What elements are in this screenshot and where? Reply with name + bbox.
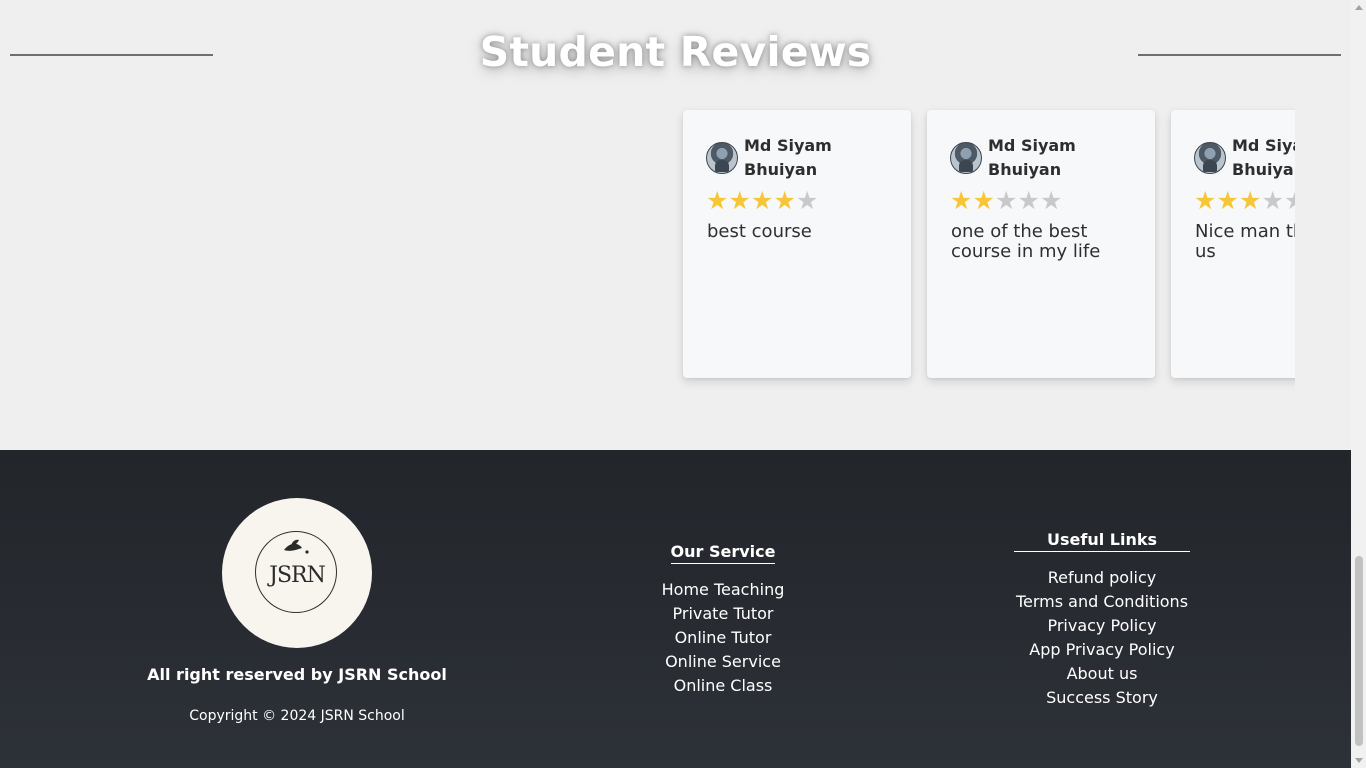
list-item: About us	[978, 662, 1226, 686]
service-list: Home Teaching Private Tutor Online Tutor…	[600, 578, 846, 698]
review-text: Nice man that help us	[1195, 221, 1295, 262]
list-item: Terms and Conditions	[978, 590, 1226, 614]
star-filled-icon: ★	[728, 186, 751, 215]
star-filled-icon: ★	[972, 186, 995, 215]
copyright-text: Copyright © 2024 JSRN School	[189, 708, 405, 724]
review-card: Md Siyam Bhuiyan ★★★★★ Nice man that hel…	[1171, 110, 1295, 378]
review-card: Md Siyam Bhuiyan ★ ★ ★ ★ ★ best course	[683, 110, 911, 378]
star-filled-icon: ★	[1194, 186, 1217, 215]
list-item: Refund policy	[978, 566, 1226, 590]
useful-link[interactable]: Privacy Policy	[1047, 616, 1156, 635]
student-reviews-section: Student Reviews Md Siyam Bhuiyan ★ ★ ★ ★ ★ b…	[0, 0, 1351, 450]
reviews-carousel[interactable]: Md Siyam Bhuiyan ★ ★ ★ ★ ★ best course Md Si…	[675, 102, 1295, 402]
vertical-scrollbar[interactable]	[1351, 0, 1366, 768]
list-item: Online Class	[600, 674, 846, 698]
useful-link[interactable]: App Privacy Policy	[1029, 640, 1174, 659]
service-link[interactable]: Private Tutor	[673, 604, 774, 623]
list-item: Private Tutor	[600, 602, 846, 626]
scroll-thumb[interactable]	[1355, 556, 1363, 746]
useful-links-title: Useful Links	[1013, 530, 1190, 552]
star-empty-icon: ★	[1040, 186, 1063, 215]
leaf-icon	[284, 539, 309, 554]
useful-link[interactable]: Refund policy	[1048, 568, 1157, 587]
our-service-column: Our Service Home Teaching Private Tutor …	[600, 542, 846, 698]
useful-links-list: Refund policy Terms and Conditions Priva…	[978, 566, 1226, 710]
scroll-up-arrow-icon[interactable]	[1355, 5, 1363, 10]
list-item: Online Service	[600, 650, 846, 674]
star-empty-icon: ★	[995, 186, 1018, 215]
useful-link[interactable]: Success Story	[1046, 688, 1158, 707]
review-card: Md Siyam Bhuiyan ★ ★ ★ ★ ★ one of the best c…	[927, 110, 1155, 378]
star-filled-icon: ★	[1216, 186, 1239, 215]
star-filled-icon: ★	[1239, 186, 1262, 215]
star-empty-icon: ★	[796, 186, 819, 215]
useful-links-column: Useful Links Refund policy Terms and Con…	[978, 530, 1226, 710]
scroll-down-arrow-icon[interactable]	[1355, 758, 1363, 763]
service-link[interactable]: Online Service	[665, 652, 781, 671]
reviewer-name: Md Siyam Bhuiyan	[988, 136, 1076, 179]
star-filled-icon: ★	[706, 186, 729, 215]
rights-text: All right reserved by JSRN School	[147, 665, 447, 684]
list-item: Success Story	[978, 686, 1226, 710]
service-link[interactable]: Home Teaching	[662, 580, 785, 599]
star-filled-icon: ★	[773, 186, 796, 215]
title-divider-right	[1138, 54, 1341, 56]
star-rating: ★★★★★	[1194, 188, 1295, 214]
list-item: Online Tutor	[600, 626, 846, 650]
star-empty-icon: ★	[1017, 186, 1040, 215]
review-text: best course	[707, 221, 812, 242]
avatar	[706, 142, 738, 174]
school-logo: JSRN	[222, 498, 372, 648]
reviewer-name: Md Siyam Bhuiyan	[744, 136, 832, 179]
page: Student Reviews Md Siyam Bhuiyan ★ ★ ★ ★ ★ b…	[0, 0, 1351, 768]
useful-link[interactable]: Terms and Conditions	[1016, 592, 1188, 611]
reviewer-name: Md Siyam Bhuiyan	[1232, 136, 1295, 179]
star-filled-icon: ★	[950, 186, 973, 215]
list-item: Home Teaching	[600, 578, 846, 602]
section-title: Student Reviews	[479, 28, 872, 76]
logo-text: JSRN	[269, 563, 326, 588]
list-item: Privacy Policy	[978, 614, 1226, 638]
star-empty-icon: ★	[1284, 188, 1295, 214]
service-link[interactable]: Online Class	[674, 676, 773, 695]
service-link[interactable]: Online Tutor	[675, 628, 772, 647]
our-service-title: Our Service	[670, 542, 776, 564]
avatar	[950, 142, 982, 174]
star-rating: ★★★★★	[950, 188, 1063, 214]
star-empty-icon: ★	[1261, 186, 1284, 215]
site-footer: JSRN All right reserved by JSRN School C…	[0, 450, 1351, 768]
useful-link[interactable]: About us	[1067, 664, 1138, 683]
star-rating: ★★★★★	[706, 188, 819, 214]
star-filled-icon: ★	[751, 186, 774, 215]
review-text: one of the best course in my life	[951, 221, 1101, 262]
list-item: App Privacy Policy	[978, 638, 1226, 662]
avatar	[1194, 142, 1226, 174]
